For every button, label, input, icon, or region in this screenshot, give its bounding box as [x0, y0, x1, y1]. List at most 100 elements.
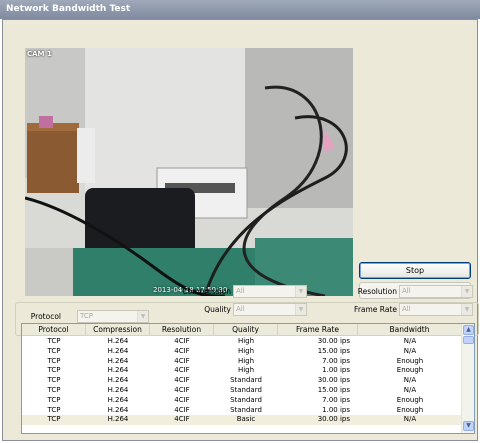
arrow-down-icon[interactable]: ▼ [463, 421, 474, 431]
chevron-down-icon: ▼ [137, 311, 148, 322]
table-row-selected[interactable]: TCP H.264 4CIF Basic 30.00 ips N/A [22, 415, 462, 426]
cell-frame-rate: 30.00 ips [317, 376, 350, 385]
bandwidth-table: Protocol Compression Resolution Quality … [21, 323, 475, 434]
cell-resolution: 4CIF [174, 337, 190, 345]
cell-compression: H.264 [107, 337, 129, 345]
stop-button[interactable]: Stop [359, 262, 471, 279]
cell-resolution: 4CIF [174, 386, 190, 394]
table-row[interactable]: TCP H.264 4CIF High 30.00 ips N/A [22, 337, 462, 347]
compression-label: Compression [182, 287, 231, 296]
table-row[interactable]: TCP H.264 4CIF Standard 7.00 ips Enough [22, 396, 462, 406]
cell-bandwidth: N/A [403, 376, 417, 385]
cell-bandwidth: Enough [396, 395, 424, 404]
cell-bandwidth: N/A [403, 337, 417, 345]
cell-protocol: TCP [47, 366, 61, 375]
cell-compression: H.264 [107, 386, 129, 394]
window-title: Network Bandwidth Test [0, 0, 480, 19]
frame-rate-select[interactable]: All ▼ [399, 303, 473, 316]
cell-protocol: TCP [47, 395, 61, 404]
cell-compression: H.264 [107, 405, 129, 414]
column-header-protocol[interactable]: Protocol [22, 324, 86, 336]
protocol-value: TCP [80, 312, 93, 320]
cell-protocol: TCP [47, 337, 61, 345]
cell-protocol: TCP [47, 356, 61, 365]
table-header: Protocol Compression Resolution Quality … [22, 324, 462, 336]
cell-compression: H.264 [107, 395, 129, 404]
table-row[interactable]: TCP H.264 4CIF High 7.00 ips Enough [22, 357, 462, 367]
chevron-down-icon: ▼ [461, 304, 472, 315]
quality-label: Quality [204, 305, 231, 314]
cell-protocol: TCP [47, 386, 61, 394]
cell-resolution: 4CIF [174, 366, 190, 375]
column-header-frame-rate[interactable]: Frame Rate [278, 324, 358, 336]
cell-resolution: 4CIF [174, 415, 190, 424]
protocol-select[interactable]: TCP ▼ [77, 310, 149, 323]
table-row[interactable]: TCP H.264 4CIF Standard 1.00 ips Enough [22, 406, 462, 416]
table-scrollbar[interactable]: ▲ ▼ [461, 324, 474, 433]
chevron-down-icon: ▼ [295, 286, 306, 297]
chevron-down-icon: ▼ [295, 304, 306, 315]
quality-value: All [236, 305, 245, 313]
cell-protocol: TCP [47, 405, 61, 414]
cell-resolution: 4CIF [174, 395, 190, 404]
cell-quality: High [237, 346, 255, 355]
cell-quality: Standard [230, 386, 262, 394]
cell-bandwidth: Enough [396, 366, 424, 375]
cell-bandwidth: N/A [403, 346, 417, 355]
cell-compression: H.264 [107, 366, 129, 375]
dialog-body: CAM 1 2013-04-18 17:59:30 Stop Close Pro… [2, 19, 479, 441]
cell-frame-rate: 30.00 ips [317, 337, 350, 345]
column-header-bandwidth[interactable]: Bandwidth [358, 324, 462, 336]
cell-frame-rate: 1.00 ips [322, 366, 350, 375]
cell-protocol: TCP [47, 346, 61, 355]
quality-select[interactable]: All ▼ [233, 303, 307, 316]
cell-compression: H.264 [107, 415, 129, 424]
cell-quality: Standard [230, 405, 262, 414]
cell-protocol: TCP [47, 415, 61, 424]
column-header-resolution[interactable]: Resolution [150, 324, 214, 336]
cell-compression: H.264 [107, 356, 129, 365]
table-row[interactable]: TCP H.264 4CIF High 1.00 ips Enough [22, 366, 462, 376]
cell-resolution: 4CIF [174, 405, 190, 414]
compression-value: All [236, 287, 245, 295]
frame-rate-value: All [402, 305, 411, 313]
cell-bandwidth: Enough [396, 356, 424, 365]
camera-view: CAM 1 2013-04-18 17:59:30 [25, 48, 353, 296]
cell-quality: High [237, 356, 255, 365]
cell-frame-rate: 30.00 ips [317, 415, 350, 424]
cell-frame-rate: 15.00 ips [317, 386, 350, 394]
table-row[interactable]: TCP H.264 4CIF Standard 15.00 ips N/A [22, 386, 462, 396]
cell-quality: High [237, 337, 255, 345]
frame-rate-label: Frame Rate [354, 305, 397, 314]
cell-frame-rate: 1.00 ips [322, 405, 350, 414]
cell-compression: H.264 [107, 376, 129, 385]
cell-protocol: TCP [47, 376, 61, 385]
camera-label: CAM 1 [27, 50, 52, 58]
table-row[interactable]: TCP H.264 4CIF High 15.00 ips N/A [22, 347, 462, 357]
cell-compression: H.264 [107, 346, 129, 355]
cell-resolution: 4CIF [174, 376, 190, 385]
cell-quality: Standard [230, 376, 262, 385]
cell-bandwidth: N/A [403, 386, 417, 394]
chevron-down-icon: ▼ [461, 286, 472, 297]
scrollbar-thumb[interactable] [463, 336, 474, 344]
arrow-up-icon[interactable]: ▲ [463, 325, 474, 335]
resolution-select[interactable]: All ▼ [399, 285, 473, 298]
cell-frame-rate: 7.00 ips [322, 356, 350, 365]
cell-resolution: 4CIF [174, 356, 190, 365]
cell-quality: Standard [230, 395, 262, 404]
column-header-quality[interactable]: Quality [214, 324, 278, 336]
cell-bandwidth: Enough [396, 405, 424, 414]
resolution-label: Resolution [357, 287, 397, 296]
cell-quality: Basic [236, 415, 256, 424]
protocol-label: Protocol [30, 312, 61, 321]
cell-bandwidth: N/A [403, 415, 417, 424]
cell-resolution: 4CIF [174, 346, 190, 355]
resolution-value: All [402, 287, 411, 295]
compression-select[interactable]: All ▼ [233, 285, 307, 298]
cell-frame-rate: 7.00 ips [322, 395, 350, 404]
cell-frame-rate: 15.00 ips [317, 346, 350, 355]
table-row[interactable]: TCP H.264 4CIF Standard 30.00 ips N/A [22, 376, 462, 386]
camera-image [25, 48, 353, 296]
column-header-compression[interactable]: Compression [86, 324, 150, 336]
